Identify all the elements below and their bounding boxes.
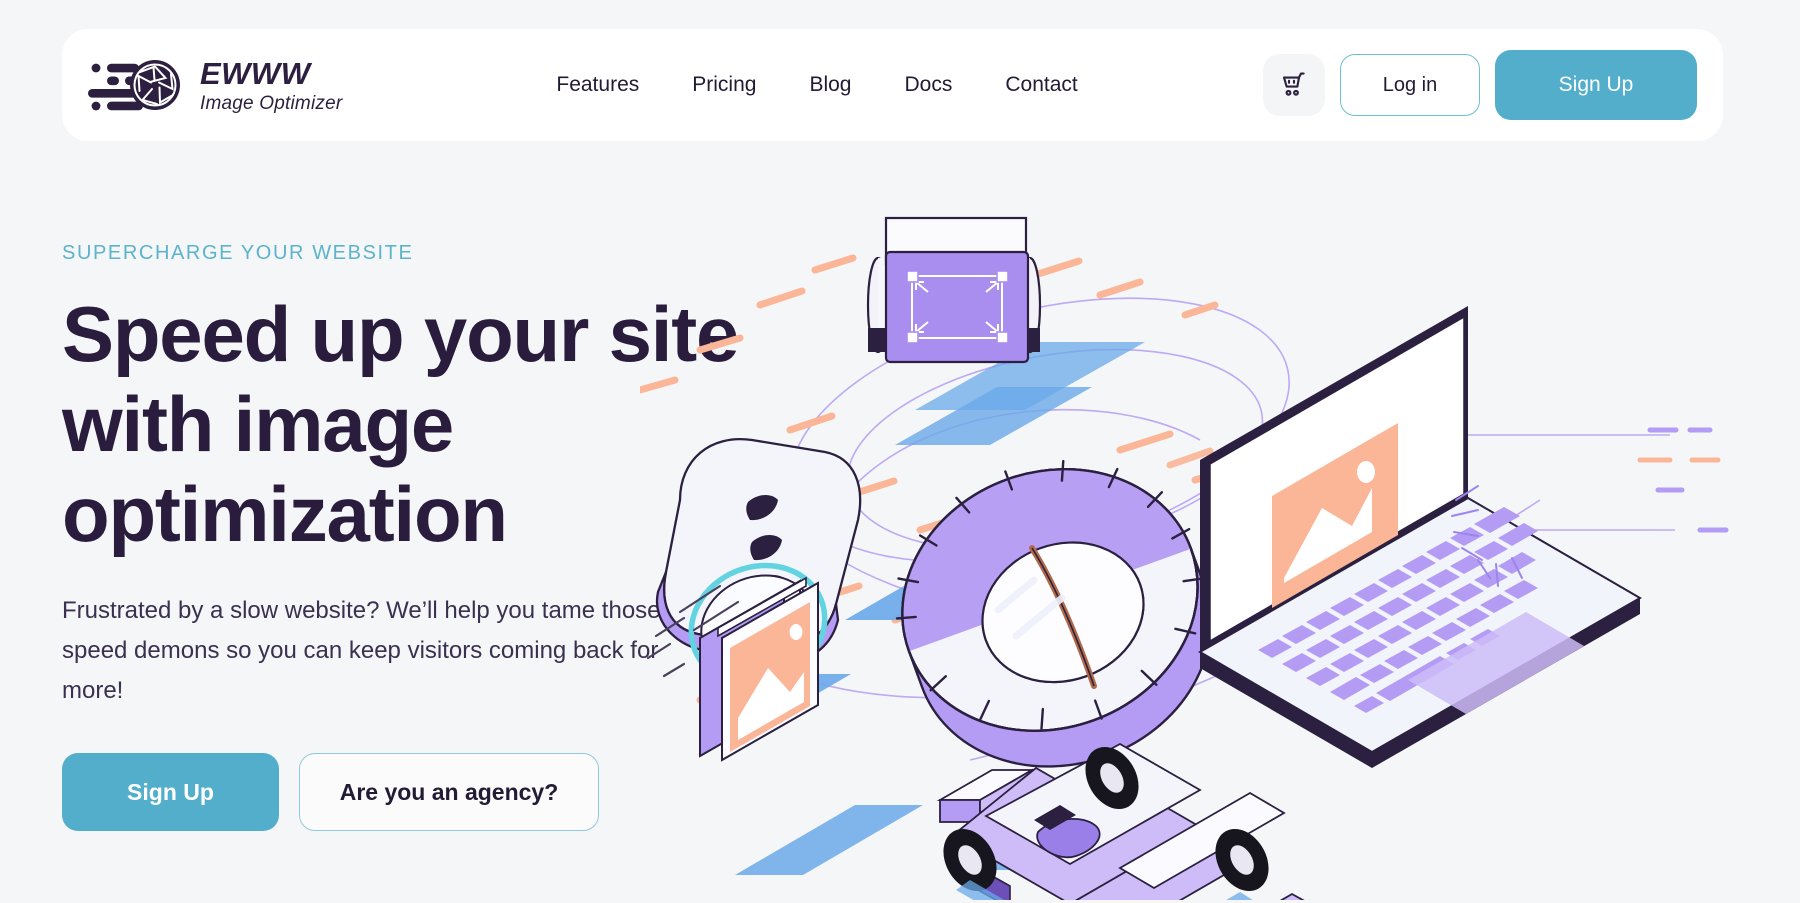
header-actions: Log in Sign Up bbox=[1263, 50, 1697, 120]
hero-subcopy: Frustrated by a slow website? We’ll help… bbox=[62, 597, 661, 704]
nav-item-pricing[interactable]: Pricing bbox=[692, 73, 756, 97]
header-signup-button[interactable]: Sign Up bbox=[1495, 50, 1697, 120]
site-header: EWWW Image Optimizer Features Pricing Bl… bbox=[62, 29, 1723, 141]
hero-illustration bbox=[640, 200, 1800, 900]
nav-item-contact[interactable]: Contact bbox=[1005, 73, 1077, 97]
brand-subtitle: Image Optimizer bbox=[200, 92, 343, 114]
nav-item-docs[interactable]: Docs bbox=[904, 73, 952, 97]
shopping-cart-icon bbox=[1282, 72, 1305, 96]
isometric-image-optimization-illustration bbox=[640, 216, 1729, 900]
brand-title: EWWW bbox=[200, 55, 311, 91]
login-button[interactable]: Log in bbox=[1340, 54, 1480, 116]
brand-logo[interactable]: EWWW Image Optimizer bbox=[87, 57, 342, 113]
camera-shutter-speed-icon bbox=[88, 60, 180, 111]
nav-item-features[interactable]: Features bbox=[556, 73, 639, 97]
hero-agency-button[interactable]: Are you an agency? bbox=[299, 753, 599, 831]
cart-button[interactable] bbox=[1263, 54, 1325, 116]
hero-signup-button[interactable]: Sign Up bbox=[62, 753, 279, 831]
main-navigation: Features Pricing Blog Docs Contact bbox=[556, 73, 1077, 97]
nav-item-blog[interactable]: Blog bbox=[809, 73, 851, 97]
